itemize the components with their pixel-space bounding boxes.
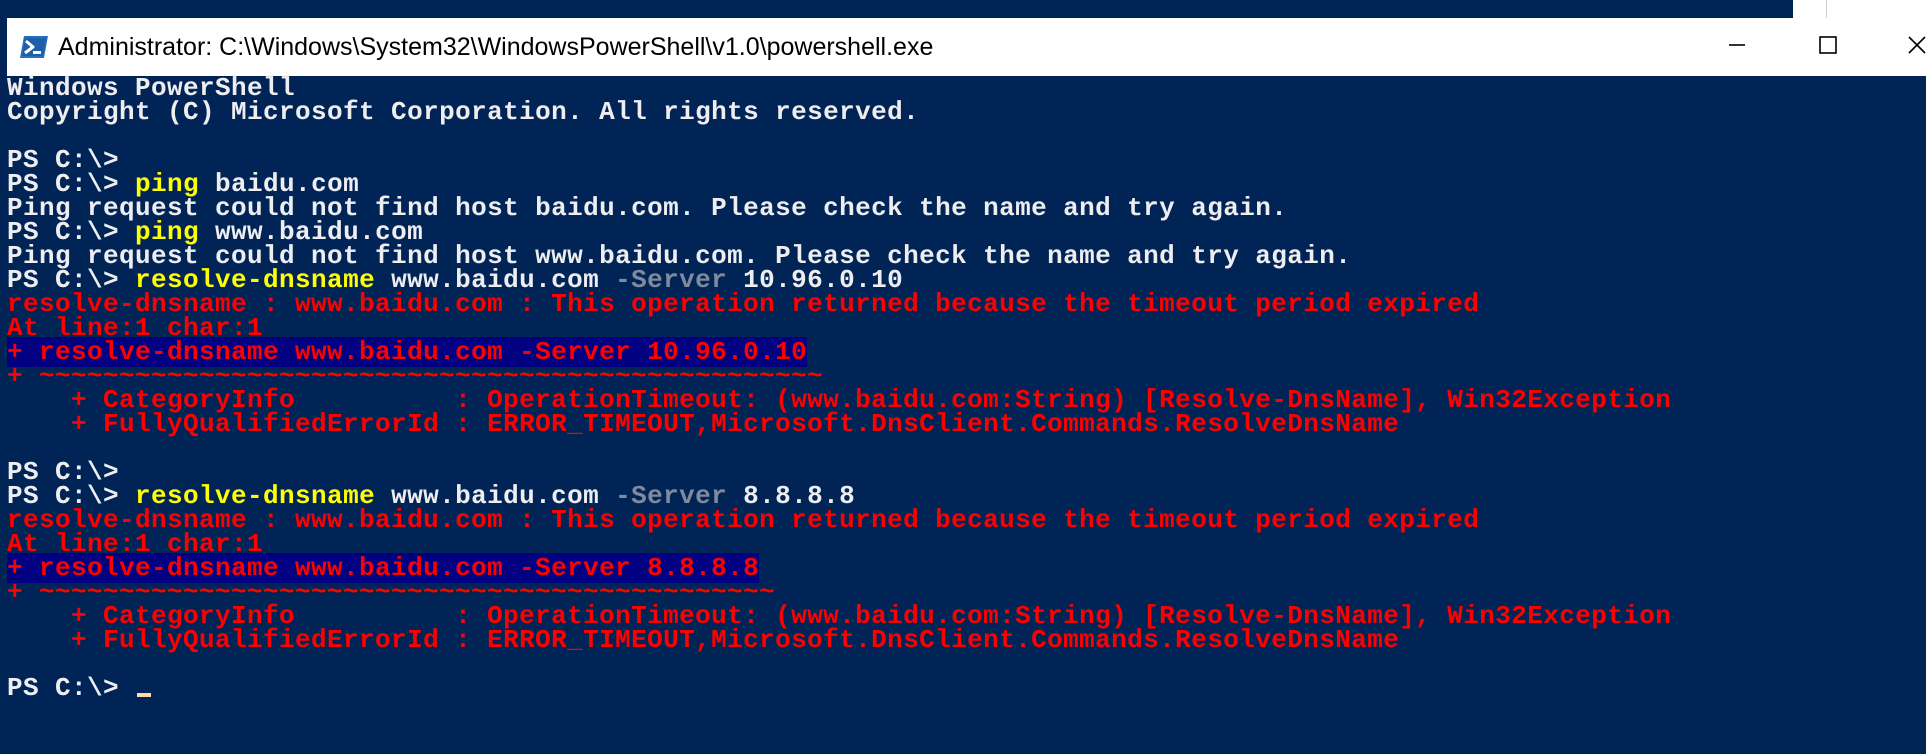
- background-window-edge: [1826, 0, 1926, 18]
- console-line-error: + FullyQualifiedErrorId : ERROR_TIMEOUT,…: [7, 409, 1671, 439]
- console-line-error: + FullyQualifiedErrorId : ERROR_TIMEOUT,…: [7, 625, 1671, 655]
- console-line-active-prompt: PS C:\>: [7, 673, 1671, 703]
- error-text: + FullyQualifiedErrorId : ERROR_TIMEOUT,…: [7, 409, 1400, 439]
- desktop-background-strip: [0, 0, 1926, 18]
- minimize-button[interactable]: [1691, 18, 1782, 76]
- window-title: Administrator: C:\Windows\System32\Windo…: [58, 33, 934, 61]
- console-output[interactable]: Windows PowerShell Copyright (C) Microsof…: [7, 76, 1926, 754]
- console-line-output: Copyright (C) Microsoft Corporation. All…: [7, 97, 1671, 127]
- powershell-icon[interactable]: [19, 32, 49, 62]
- console-lines: Windows PowerShell Copyright (C) Microsof…: [7, 76, 1671, 703]
- maximize-button[interactable]: [1782, 18, 1873, 76]
- error-text: + FullyQualifiedErrorId : ERROR_TIMEOUT,…: [7, 625, 1400, 655]
- text-cursor: [137, 693, 152, 697]
- close-button[interactable]: [1873, 18, 1926, 76]
- close-icon: [1907, 35, 1926, 60]
- minimize-icon: [1727, 35, 1747, 60]
- maximize-icon: [1818, 35, 1838, 60]
- title-bar[interactable]: Administrator: C:\Windows\System32\Windo…: [7, 18, 1926, 76]
- background-window-edge: [1793, 0, 1826, 18]
- console-text: Copyright (C) Microsoft Corporation. All…: [7, 97, 920, 127]
- console-text: PS C:\>: [7, 673, 136, 703]
- powershell-window: Administrator: C:\Windows\System32\Windo…: [0, 0, 1926, 754]
